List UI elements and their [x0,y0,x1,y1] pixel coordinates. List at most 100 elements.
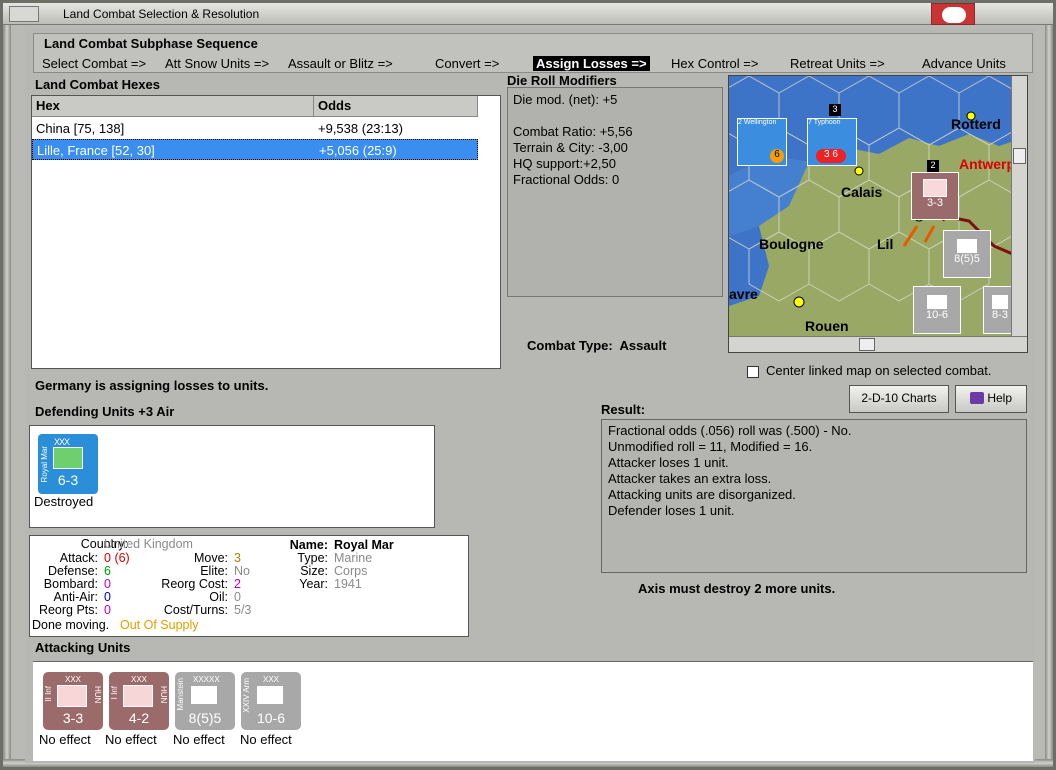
unit-value: 3 6 [816,149,846,163]
unit-strength: 10-6 [256,710,286,726]
unit-corps: XXX [54,437,70,447]
center-map-checkbox[interactable] [747,366,759,378]
hex-column-header[interactable]: Hex [32,96,314,117]
result-box: Fractional odds (.056) roll was (.500) -… [601,419,1027,573]
book-icon [969,392,984,404]
hex-cell: China [75, 138] [36,121,125,136]
combat-type: Combat Type: Assault [527,338,666,353]
defending-unit-status: Destroyed [34,494,94,509]
map-city-antwerp: Antwerp [959,156,1015,172]
unit-label: 8-3 [992,309,1008,321]
system-menu-button[interactable] [9,6,39,22]
step-retreat-units[interactable]: Retreat Units => [790,56,885,71]
attacking-units-strip: XXX II Inf HUN 3-3 XXX I Inf HUN 4-2 XXX… [33,661,1033,761]
result-line: Fractional odds (.056) roll was (.500) -… [608,423,852,438]
table-row[interactable]: China [75, 138] +9,538 (23:13) [32,118,478,139]
done-moving: Done moving. [32,618,110,632]
country-value: United Kingdom [104,537,193,551]
map-vertical-scrollbar[interactable] [1011,76,1027,338]
attacking-title: Attacking Units [35,640,131,655]
step-convert[interactable]: Convert => [435,56,499,71]
unit-label: 7 Typhoon [808,119,841,126]
unit-label: 8(5)5 [954,253,980,265]
frame-left [3,25,11,767]
map-horizontal-scrollbar[interactable] [729,336,1027,352]
marine-anchor-icon [53,447,83,469]
hexes-title: Land Combat Hexes [35,77,160,92]
map-city-rouen: Rouen [805,318,849,334]
map-unit-10-6[interactable]: 10-6 [913,286,961,334]
infantry-icon [57,685,87,707]
reorgpts-value: 0 [104,603,111,617]
unit-nation: HUN [93,686,102,704]
defending-title: Defending Units +3 Air [35,404,175,419]
status-message: Germany is assigning losses to units. [35,378,269,393]
unit-name: II Inf [44,686,53,702]
frame-right [1045,25,1053,767]
die-line: HQ support:+2,50 [513,156,616,171]
subphase-sequence: Land Combat Subphase Sequence Select Com… [33,33,1033,73]
unit-strength: 8(5)5 [188,710,222,726]
armor-icon [257,686,283,704]
charts-button[interactable]: 2-D-10 Charts [849,385,949,413]
defending-units-box: XXX Royal Mar 6-3 Destroyed [29,425,435,528]
step-select-combat[interactable]: Select Combat => [42,56,146,71]
map-city-boulogne: Boulogne [759,236,824,252]
unit-value: 6 [770,149,784,163]
unit-name: Manstein [176,678,185,711]
unit-strength: 3-3 [62,710,84,726]
step-advance-units[interactable]: Advance Units [922,56,1006,71]
infantry-icon [123,685,153,707]
costturns-label: Cost/Turns: [163,603,228,617]
attacking-unit[interactable]: XXX XXIV Arm 10-6 [241,672,301,730]
linked-map[interactable]: Rotterd Calais Antwerp Boulogne Lil avre… [728,75,1028,353]
unit-corps: XXX [65,675,82,684]
map-city-calais: Calais [841,184,883,200]
help-label: Help [987,391,1013,405]
defending-unit[interactable]: XXX Royal Mar 6-3 [38,434,98,494]
combat-window: Land Combat Selection & Resolution Land … [0,0,1056,770]
map-unit-wellington[interactable]: 2 Wellington 6 [737,118,787,166]
armor-icon [191,686,217,704]
hex-cell: Lille, France [52, 30] [37,143,155,158]
unit-strength: 6-3 [57,472,79,488]
unit-corps: XXX [131,675,148,684]
unit-status: No effect [173,732,225,747]
attacking-unit[interactable]: XXX I Inf HUN 4-2 [109,672,169,730]
unit-status: No effect [39,732,91,747]
step-hex-control[interactable]: Hex Control => [671,56,758,71]
step-assign-losses[interactable]: Assign Losses => [533,56,650,71]
vertical-scroll-thumb[interactable] [1013,148,1026,164]
stack-count: 2 [927,160,939,172]
result-line: Attacker loses 1 unit. [608,455,729,470]
axis-message: Axis must destroy 2 more units. [638,581,836,596]
map-unit-3-3[interactable]: 3-3 [911,172,959,220]
window-title: Land Combat Selection & Resolution [63,7,260,21]
unit-nation: HUN [159,686,168,704]
horizontal-scroll-thumb[interactable] [859,338,875,351]
odds-cell: +9,538 (23:13) [318,121,403,136]
die-line: Terrain & City: -3,00 [513,140,628,155]
unit-corps: XXXXX [193,675,220,684]
table-row-selected[interactable]: Lille, France [52, 30] +5,056 (25:9) [32,139,478,160]
stack-count: 3 [829,104,841,116]
step-att-snow-units[interactable]: Att Snow Units => [165,56,269,71]
sequence-title: Land Combat Subphase Sequence [44,36,258,51]
supply-status: Out Of Supply [120,618,199,632]
map-unit-typhoon[interactable]: 7 Typhoon 3 6 [807,118,857,166]
attacking-unit[interactable]: XXX II Inf HUN 3-3 [43,672,103,730]
map-unit-8-5-5[interactable]: 8(5)5 [943,230,991,278]
combat-type-label: Combat Type: [527,338,613,353]
help-button[interactable]: Help [955,385,1027,413]
step-assault-or-blitz[interactable]: Assault or Blitz => [288,56,393,71]
title-bar: Land Combat Selection & Resolution [3,3,1053,25]
odds-column-header[interactable]: Odds [314,96,478,117]
unit-name: XXIV Arm [242,678,251,713]
result-title: Result: [601,402,646,417]
die-roll-title: Die Roll Modifiers [507,73,617,88]
attacking-unit[interactable]: XXXXX Manstein 8(5)5 [175,672,235,730]
reorgpts-label: Reorg Pts: [38,603,98,617]
die-roll-panel: Die mod. (net): +5 Combat Ratio: +5,56 T… [507,87,723,297]
odds-cell: +5,056 (25:9) [319,143,397,158]
unit-corps: XXX [263,675,280,684]
